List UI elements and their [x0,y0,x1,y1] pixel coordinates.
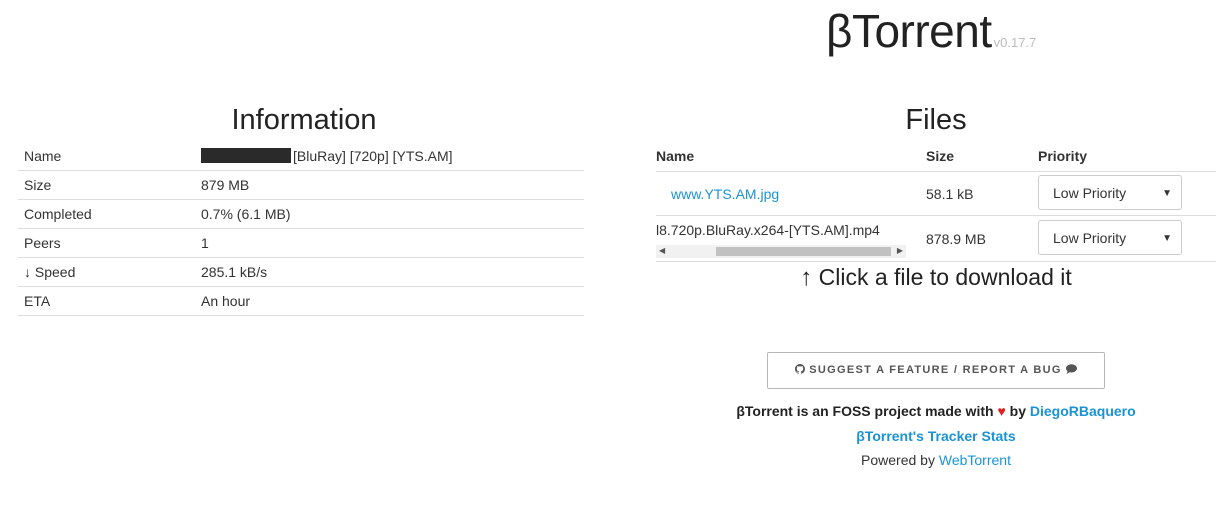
horizontal-scrollbar[interactable]: ◀ ▶ [656,245,906,258]
information-table: Name [BluRay] [720p] [YTS.AM] Size 879 M… [18,142,584,316]
info-value: 0.7% (6.1 MB) [195,199,584,229]
info-value: 879 MB [195,170,584,200]
priority-select[interactable]: Low Priority ▼ [1038,220,1182,255]
brand-title: βTorrent [826,5,992,57]
scrollbar-thumb[interactable] [716,247,891,256]
comment-icon [1066,364,1078,374]
down-arrow-icon: ↓ [24,264,31,280]
scroll-right-icon[interactable]: ▶ [897,246,903,255]
speed-label: Speed [34,264,76,280]
file-size: 878.9 MB [926,231,986,247]
info-value: An hour [195,286,584,316]
files-table: Name Size Priority www.YTS.AM.jpg 58.1 k… [656,142,1216,262]
priority-value: Low Priority [1053,185,1127,201]
info-key: Name [18,142,195,171]
col-header-priority: Priority [1038,148,1088,164]
file-name-scroll-area: l8.720p.BluRay.x264-[YTS.AM].mp4 ◀ ▶ [656,218,906,260]
heart-icon: ♥ [997,403,1006,419]
info-key: Peers [18,228,195,258]
info-row-name: Name [BluRay] [720p] [YTS.AM] [18,142,584,171]
col-header-size: Size [926,148,955,164]
info-value: [BluRay] [720p] [YTS.AM] [195,142,584,171]
priority-value: Low Priority [1053,230,1127,246]
hint-text: Click a file to download it [818,264,1072,290]
files-header-row: Name Size Priority [656,142,1216,172]
info-row-peers: Peers 1 [18,228,584,258]
webtorrent-link[interactable]: WebTorrent [939,452,1011,468]
suggest-feature-button[interactable]: SUGGEST A FEATURE / REPORT A BUG [767,352,1105,389]
file-size: 58.1 kB [926,186,974,202]
credits-text: βTorrent is an FOSS project made with [736,403,994,419]
scroll-left-icon[interactable]: ◀ [659,246,665,255]
info-value: 1 [195,228,584,258]
file-link[interactable]: l8.720p.BluRay.x264-[YTS.AM].mp4 [656,222,880,238]
download-hint: ↑ Click a file to download it [656,264,1216,292]
file-row: l8.720p.BluRay.x264-[YTS.AM].mp4 ◀ ▶ 878… [656,216,1216,262]
info-key: ↓ Speed [18,257,195,287]
info-row-size: Size 879 MB [18,170,584,200]
redaction-block [201,148,291,163]
file-link[interactable]: www.YTS.AM.jpg [671,186,779,202]
priority-select[interactable]: Low Priority ▼ [1038,175,1182,210]
up-arrow-icon: ↑ [800,264,813,291]
col-header-name: Name [656,148,695,164]
suggest-feature-label: SUGGEST A FEATURE / REPORT A BUG [809,364,1062,376]
author-link[interactable]: DiegoRBaquero [1030,403,1136,419]
files-heading: Files [905,104,967,136]
information-heading: Information [231,104,377,136]
torrent-name: [BluRay] [720p] [YTS.AM] [293,148,453,164]
version-label: v0.17.7 [993,35,1037,50]
powered-by-line: Powered by WebTorrent [656,452,1216,468]
info-key: Size [18,170,195,200]
info-row-eta: ETA An hour [18,286,584,316]
caret-down-icon: ▼ [1162,233,1172,244]
info-key: ETA [18,286,195,316]
file-row: www.YTS.AM.jpg 58.1 kB Low Priority ▼ [656,172,1216,216]
credits-by: by [1009,403,1026,419]
info-row-speed: ↓ Speed 285.1 kB/s [18,257,584,287]
caret-down-icon: ▼ [1162,188,1172,199]
powered-by-text: Powered by [861,452,935,468]
info-value: 285.1 kB/s [195,257,584,287]
credits-line: βTorrent is an FOSS project made with ♥ … [656,403,1216,419]
tracker-stats-link[interactable]: βTorrent's Tracker Stats [856,428,1015,444]
info-key: Completed [18,199,195,229]
app-logo: βTorrent v0.17.7 [826,4,1036,58]
info-row-completed: Completed 0.7% (6.1 MB) [18,199,584,229]
github-icon [794,364,805,374]
tracker-stats-line: βTorrent's Tracker Stats [656,428,1216,444]
